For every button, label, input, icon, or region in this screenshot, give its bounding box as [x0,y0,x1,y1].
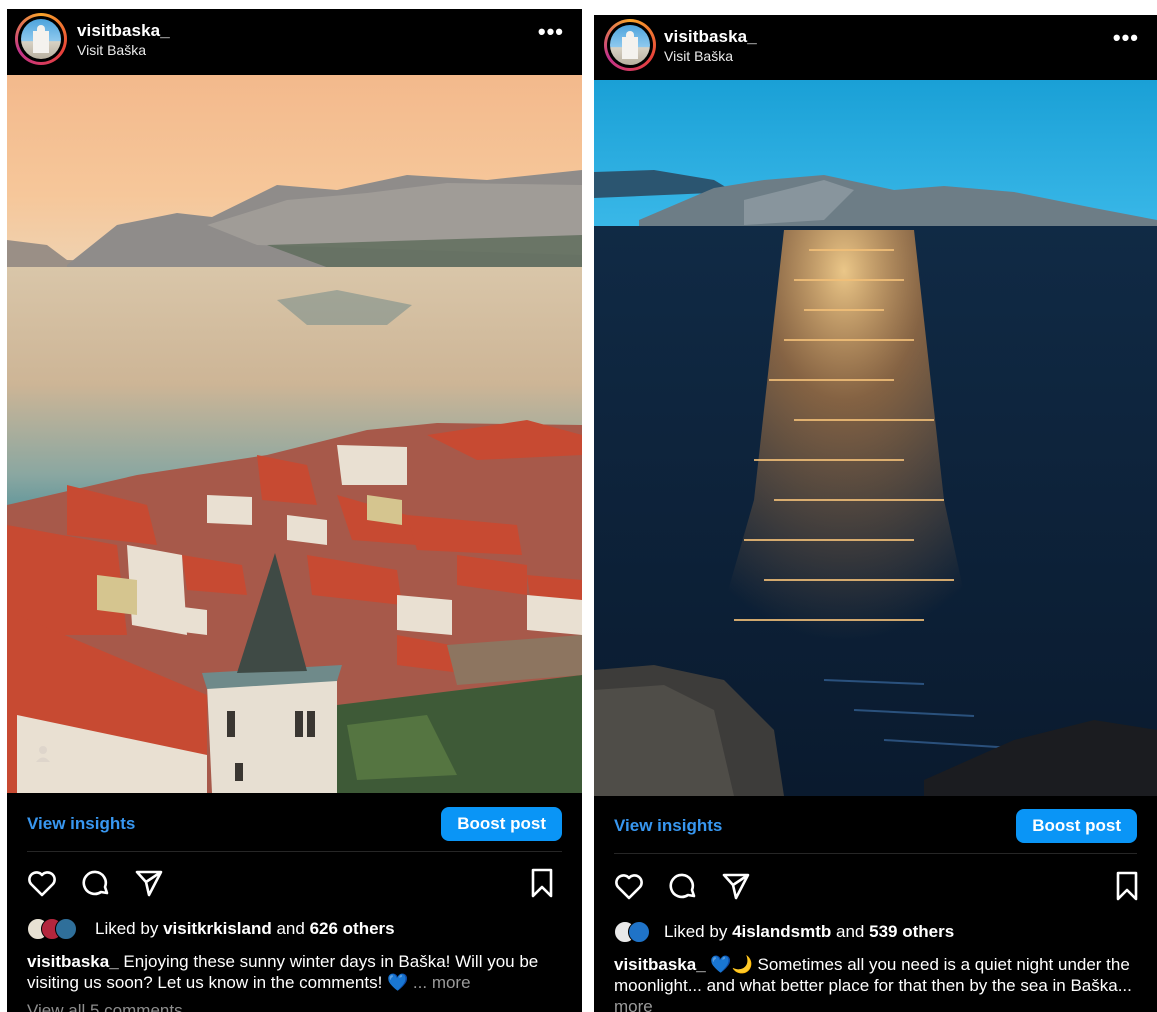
post-photo[interactable] [594,80,1157,796]
share-icon[interactable] [133,867,165,899]
photo-baska-sunset [7,75,582,793]
view-comments-link[interactable]: View all 5 comments [27,1001,183,1012]
more-icon[interactable]: ••• [538,19,564,45]
view-insights-link[interactable]: View insights [614,816,722,836]
divider [614,853,1137,854]
photo-moonlit-sea [594,80,1157,796]
liker-avatars[interactable] [27,918,91,940]
share-icon[interactable] [720,870,752,902]
more-link[interactable]: more [614,997,653,1012]
location-label[interactable]: Visit Baška [664,48,733,64]
mini-avatar [55,918,77,940]
avatar[interactable] [604,19,656,71]
person-tag-icon[interactable] [35,745,51,763]
action-icons [594,870,1157,906]
post-header: visitbaska_ Visit Baška ••• [7,9,582,71]
bookmark-icon[interactable] [1113,870,1141,902]
likes-row: Liked by visitkrkisland and 626 others [27,918,568,942]
view-insights-link[interactable]: View insights [27,814,135,834]
post-panel-2: visitbaska_ Visit Baška ••• View insight… [594,15,1157,1012]
post-header: visitbaska_ Visit Baška ••• [594,15,1157,77]
heart-icon[interactable] [26,867,58,899]
more-icon[interactable]: ••• [1113,25,1139,51]
comment-icon[interactable] [80,867,112,899]
divider [27,851,562,852]
location-label[interactable]: Visit Baška [77,42,146,58]
username[interactable]: visitbaska_ [664,27,757,47]
liked-by-text[interactable]: Liked by visitkrkisland and 626 others [95,919,395,939]
boost-post-button[interactable]: Boost post [441,807,562,841]
caption: visitbaska_ Enjoying these sunny winter … [27,952,539,992]
liked-by-text[interactable]: Liked by 4islandsmtb and 539 others [664,922,954,942]
post-panel-1: visitbaska_ Visit Baška ••• View insight… [7,9,582,1012]
boost-post-button[interactable]: Boost post [1016,809,1137,843]
bookmark-icon[interactable] [528,867,556,899]
more-link[interactable]: ... more [413,973,471,992]
comment-icon[interactable] [667,870,699,902]
username[interactable]: visitbaska_ [77,21,170,41]
caption: visitbaska_ 💙🌙 Sometimes all you need is… [614,954,1137,1012]
action-icons [7,867,582,903]
avatar[interactable] [15,13,67,65]
likes-row: Liked by 4islandsmtb and 539 others [614,921,1143,945]
mini-avatar [628,921,650,943]
insights-bar: View insights Boost post [594,804,1157,854]
post-photo[interactable] [7,75,582,793]
heart-icon[interactable] [613,870,645,902]
insights-bar: View insights Boost post [7,802,582,852]
